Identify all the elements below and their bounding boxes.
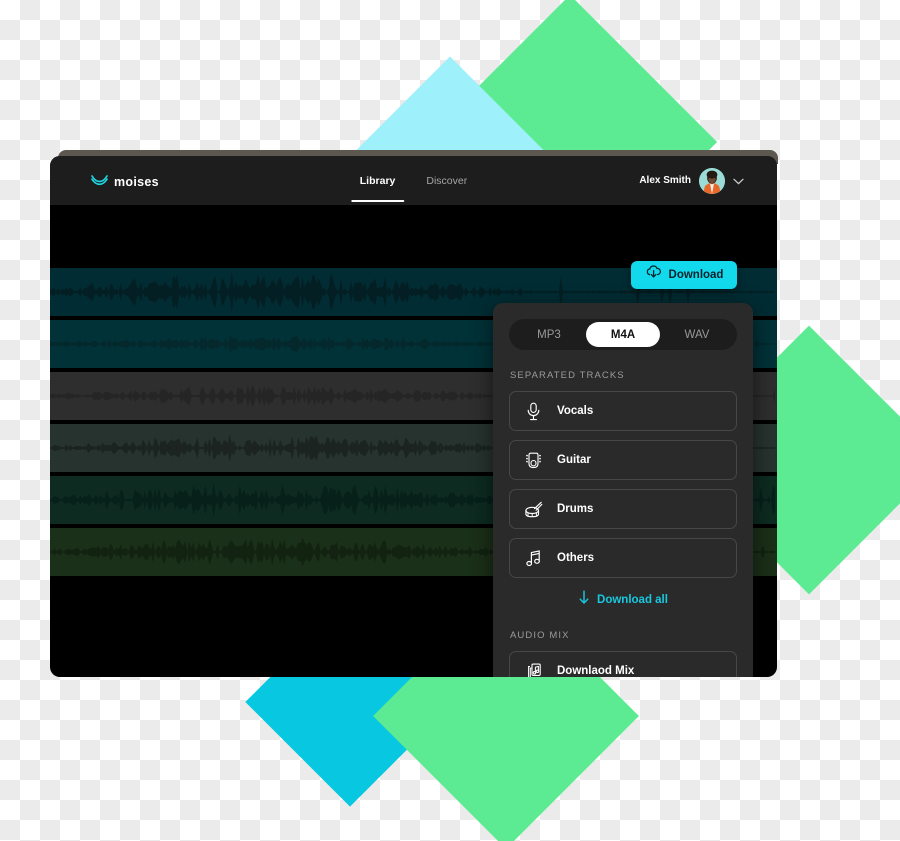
stacked-audio-files-icon (524, 662, 543, 677)
separated-tracks-heading: SEPARATED TRACKS (510, 370, 625, 381)
download-button[interactable]: Download (631, 261, 737, 289)
format-option-wav[interactable]: WAV (660, 322, 734, 347)
top-navigation-bar: moises Library Discover Alex Smith (50, 156, 777, 205)
format-option-mp3[interactable]: MP3 (512, 322, 586, 347)
brand-name: moises (114, 175, 159, 189)
format-option-m4a-label: M4A (610, 328, 636, 341)
brand-logo[interactable]: moises (91, 173, 159, 191)
download-all-link[interactable]: Download all (493, 590, 753, 610)
app-window: moises Library Discover Alex Smith Downl… (50, 156, 777, 677)
track-row-drums-label: Drums (557, 503, 594, 515)
track-row-guitar[interactable]: Guitar (509, 440, 737, 480)
music-note-icon (524, 549, 543, 568)
format-option-m4a[interactable]: M4A (586, 322, 660, 347)
drum-icon (524, 500, 543, 519)
tab-discover[interactable]: Discover (426, 156, 467, 205)
track-row-guitar-label: Guitar (557, 454, 591, 466)
track-row-vocals-label: Vocals (557, 405, 594, 417)
tab-library-label: Library (359, 174, 396, 187)
cloud-download-icon (645, 265, 662, 285)
screenshot-canvas: moises Library Discover Alex Smith Downl… (0, 0, 900, 841)
track-row-vocals[interactable]: Vocals (509, 391, 737, 431)
download-options-panel: MP3 M4A WAV SEPARATED TRACKS Vocals Guit… (493, 303, 753, 677)
audio-mix-heading: AUDIO MIX (510, 630, 570, 641)
arrow-down-icon (578, 590, 590, 610)
tab-discover-label: Discover (426, 174, 468, 187)
track-row-drums[interactable]: Drums (509, 489, 737, 529)
microphone-icon (524, 402, 543, 421)
format-option-mp3-label: MP3 (537, 328, 561, 341)
chevron-down-icon[interactable] (733, 172, 744, 190)
nav-tabs: Library Discover (350, 156, 467, 205)
track-row-download-mix[interactable]: Downlaod Mix (509, 651, 737, 677)
track-row-others-label: Others (557, 552, 595, 564)
user-name: Alex Smith (639, 175, 691, 186)
user-avatar[interactable] (699, 167, 725, 194)
moises-wave-logo-icon (91, 173, 108, 191)
tab-library[interactable]: Library (350, 156, 404, 205)
format-toggle-group: MP3 M4A WAV (509, 319, 737, 350)
download-all-label: Download all (597, 594, 668, 606)
guitar-headstock-icon (524, 451, 543, 470)
format-option-wav-label: WAV (684, 328, 710, 341)
user-menu[interactable]: Alex Smith (639, 156, 744, 205)
track-row-download-mix-label: Downlaod Mix (557, 665, 635, 677)
download-button-label: Download (668, 269, 724, 281)
track-row-others[interactable]: Others (509, 538, 737, 578)
